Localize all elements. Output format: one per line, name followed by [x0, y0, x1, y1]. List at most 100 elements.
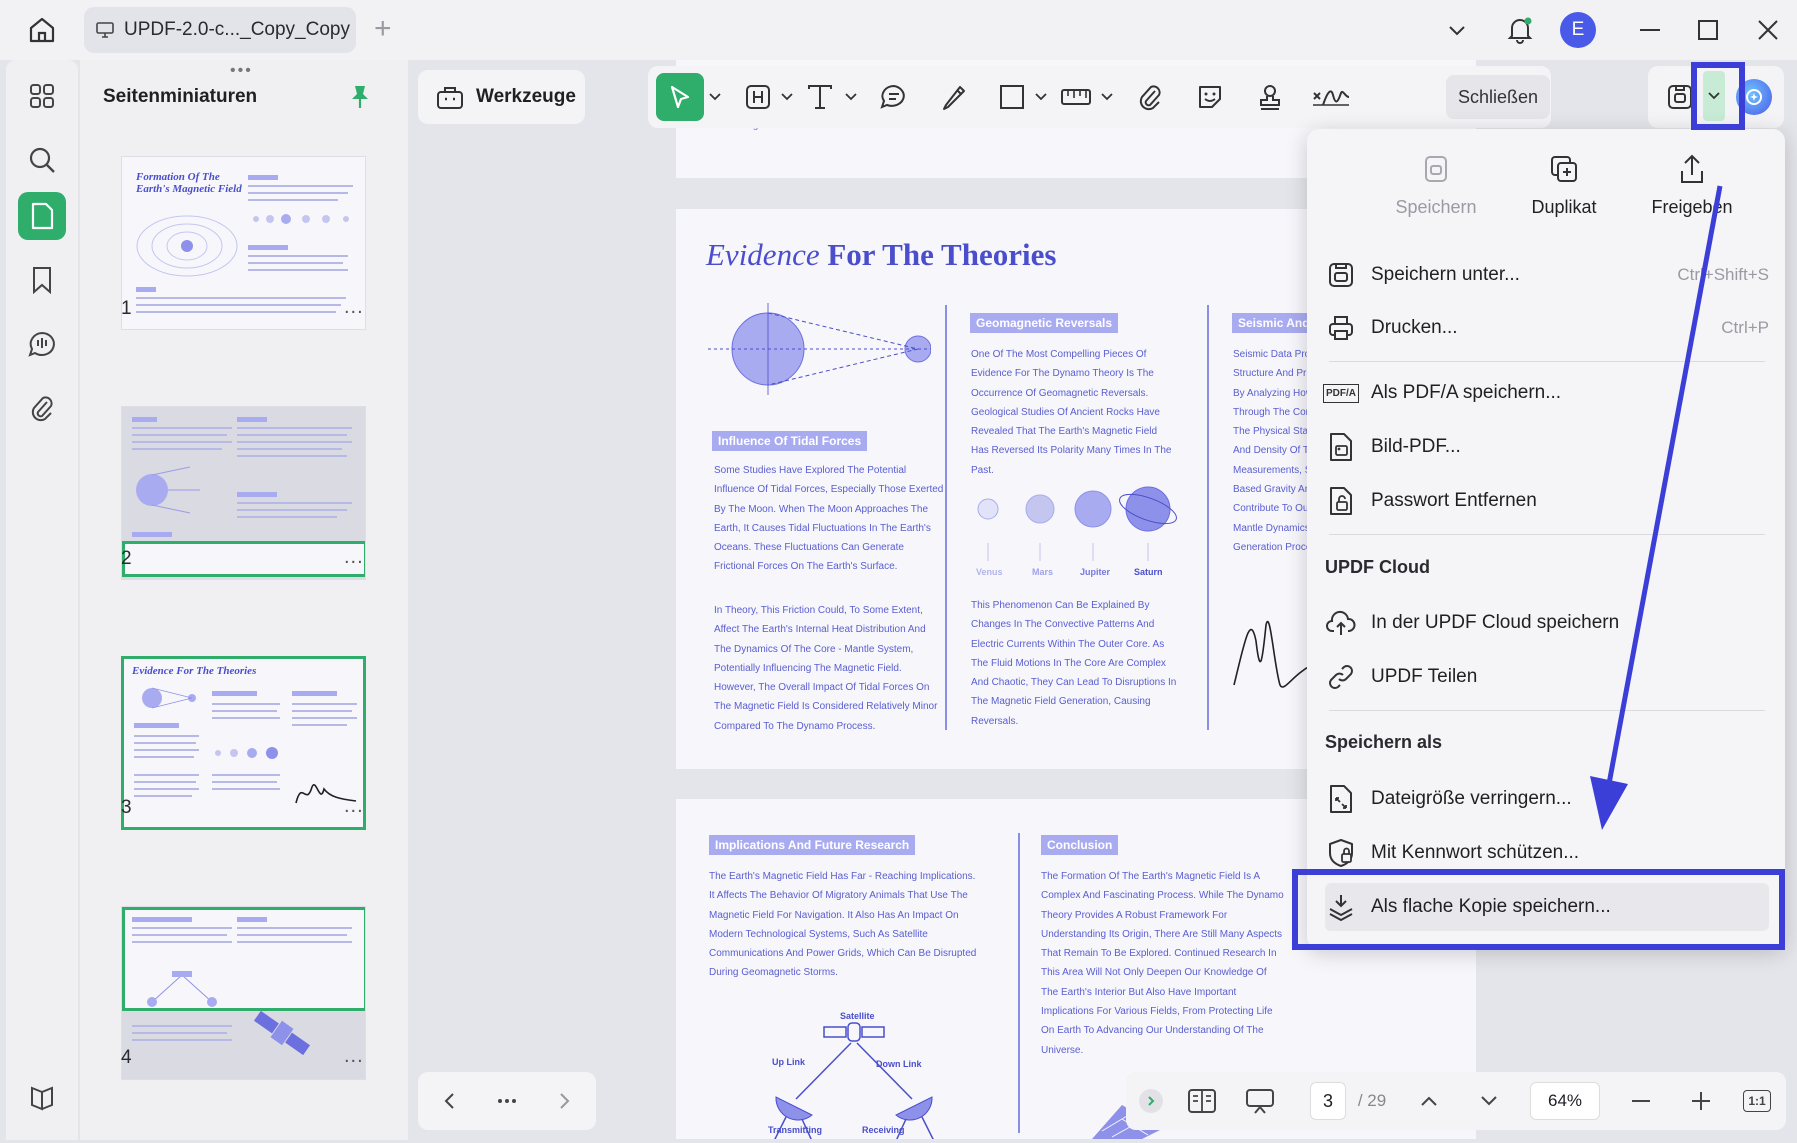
close-icon: [1758, 20, 1778, 40]
actual-size-button[interactable]: 1:1: [1740, 1082, 1774, 1120]
planet-label: Jupiter: [1080, 567, 1111, 577]
signature-tool-button[interactable]: [1306, 78, 1356, 116]
tidal-paragraph-2: In Theory, This Friction Could, To Some …: [714, 605, 938, 732]
zoom-level-input[interactable]: 64%: [1530, 1082, 1600, 1120]
planet-label: Mars: [1032, 567, 1054, 577]
diagram-label-transmitting: Transmitting: [768, 1125, 823, 1135]
home-button[interactable]: [22, 12, 62, 48]
text-tool-button[interactable]: [798, 78, 842, 116]
rail-thumbnails-button[interactable]: [18, 192, 66, 240]
stamp-tool-button[interactable]: [1248, 78, 1292, 116]
presentation-icon: [1246, 1089, 1274, 1114]
section-tag-implications: Implications And Future Research: [709, 835, 916, 855]
page-thumbnail-1[interactable]: Formation Of The Earth's Magnetic Field: [121, 156, 366, 330]
rail-search-button[interactable]: [18, 136, 66, 184]
attach-tool-button[interactable]: [1128, 78, 1172, 116]
column-divider: [1207, 305, 1209, 730]
sticker-icon: [1199, 86, 1221, 108]
page-layout-button[interactable]: [1182, 1082, 1222, 1120]
panel-resize-handle[interactable]: •••: [230, 62, 253, 80]
tabs-dropdown-button[interactable]: [1440, 0, 1474, 60]
text-tool-dropdown[interactable]: [842, 78, 860, 116]
document-tab[interactable]: UPDF-2.0-c..._Copy_Copy: [84, 7, 356, 53]
pin-button[interactable]: [350, 84, 370, 115]
menu-save-button[interactable]: Speichern: [1371, 151, 1501, 218]
highlight-tool-dropdown[interactable]: [778, 78, 796, 116]
next-page-button[interactable]: [548, 1084, 582, 1118]
monitor-icon: [96, 22, 114, 38]
actual-size-label: 1:1: [1743, 1090, 1771, 1112]
thumbnails-title: Seitenminiaturen: [103, 86, 258, 107]
presentation-button[interactable]: [1238, 1082, 1282, 1120]
bell-icon: [1507, 17, 1533, 44]
page-thumbnail-more-button[interactable]: ...: [344, 546, 364, 569]
bookmark-icon: [33, 267, 51, 294]
measure-tool-dropdown[interactable]: [1098, 78, 1116, 116]
notifications-button[interactable]: [1500, 0, 1540, 60]
measure-tool-button[interactable]: [1054, 78, 1098, 116]
section-tag-conclusion: Conclusion: [1041, 835, 1119, 855]
page-thumbnail-more-button[interactable]: ...: [344, 1045, 364, 1068]
pencil-tool-button[interactable]: [932, 78, 976, 116]
minimize-button[interactable]: [1630, 0, 1670, 60]
seismic-line: Seismic Data Prov: [1233, 349, 1313, 360]
previous-page-button[interactable]: [432, 1084, 466, 1118]
chevron-right-icon: [1148, 1096, 1155, 1106]
page-thumbnail-4[interactable]: [121, 906, 366, 1080]
tools-button[interactable]: Werkzeuge: [418, 70, 585, 124]
select-tool-button[interactable]: [656, 73, 704, 121]
thumbnails-panel: ••• Seitenminiaturen Formation Of The Ea…: [80, 60, 408, 1140]
rail-organize-button[interactable]: [18, 72, 66, 120]
page-up-button[interactable]: [1412, 1082, 1446, 1120]
user-avatar[interactable]: E: [1558, 0, 1598, 60]
book-layout-icon: [1188, 1089, 1216, 1113]
maximize-button[interactable]: [1688, 0, 1728, 60]
seismic-line: Through The Core: [1233, 406, 1313, 418]
page-thumbnail-more-button[interactable]: ...: [344, 795, 364, 818]
pin-icon: [352, 86, 368, 108]
chevron-down-icon: [1035, 93, 1047, 101]
link-icon: [1329, 665, 1353, 689]
home-icon: [29, 17, 55, 43]
close-toolbar-button[interactable]: Schließen: [1446, 75, 1550, 119]
close-window-button[interactable]: [1748, 0, 1788, 60]
minimize-icon: [1640, 29, 1660, 31]
seismic-line: Measurements, S: [1233, 464, 1312, 476]
printer-icon: [1329, 316, 1353, 340]
compress-file-icon: [1330, 785, 1352, 813]
menu-section-cloud: UPDF Cloud: [1325, 557, 1430, 577]
view-controls-bar: 3 / 29 64% 1:1: [1126, 1072, 1786, 1130]
rail-comments-button[interactable]: [18, 320, 66, 368]
geomagnetic-paragraph-2: This Phenomenon Can Be Explained By Chan…: [971, 600, 1177, 727]
shape-tool-dropdown[interactable]: [1032, 78, 1050, 116]
left-rail: [6, 60, 78, 1140]
stamp-icon: [1260, 85, 1280, 110]
new-tab-button[interactable]: +: [374, 14, 392, 44]
comment-tool-button[interactable]: [872, 78, 916, 116]
chevron-down-icon: [781, 93, 793, 101]
menu-item-label: Bild-PDF...: [1371, 436, 1461, 457]
rail-layers-button[interactable]: [18, 1074, 66, 1122]
avatar-initial: E: [1560, 12, 1596, 48]
zoom-out-button[interactable]: [1624, 1082, 1658, 1120]
menu-section-save-as: Speichern als: [1325, 732, 1443, 752]
page-more-button[interactable]: [490, 1084, 524, 1118]
highlight-tool-button[interactable]: [738, 78, 778, 116]
select-tool-dropdown[interactable]: [706, 78, 724, 116]
rail-bookmarks-button[interactable]: [18, 256, 66, 304]
seismic-line: Structure And Pr: [1233, 368, 1307, 380]
zoom-in-button[interactable]: [1684, 1082, 1718, 1120]
rail-attachments-button[interactable]: [18, 384, 66, 432]
page-down-button[interactable]: [1472, 1082, 1506, 1120]
page-thumbnail-more-button[interactable]: ...: [344, 296, 364, 319]
grid-icon: [30, 84, 54, 108]
chevron-down-icon: [1449, 26, 1465, 36]
page-thumbnail-3[interactable]: Evidence For The Theories: [121, 656, 366, 830]
current-page-input[interactable]: 3: [1310, 1082, 1346, 1120]
page-thumbnail-2[interactable]: [121, 406, 366, 580]
implications-paragraph: The Earth's Magnetic Field Has Far - Rea…: [709, 871, 977, 979]
save-as-icon: [1329, 263, 1353, 287]
shape-tool-button[interactable]: [992, 78, 1032, 116]
sticker-tool-button[interactable]: [1188, 78, 1232, 116]
collapse-bar-button[interactable]: [1138, 1082, 1164, 1120]
